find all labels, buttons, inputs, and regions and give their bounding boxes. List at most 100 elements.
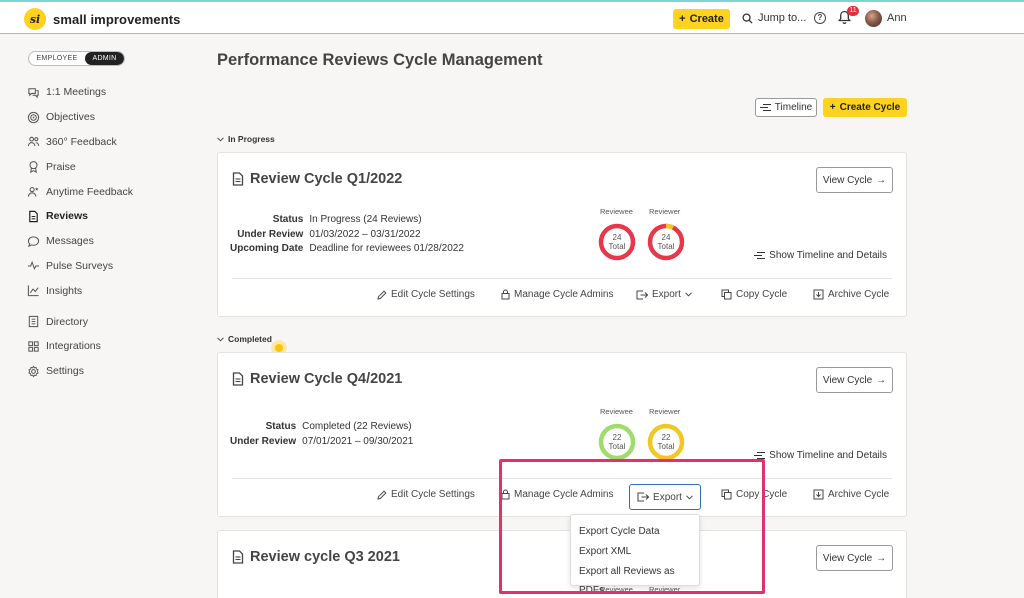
directory-icon xyxy=(28,315,39,328)
upcoming-date-value: Deadline for reviewees 01/28/2022 xyxy=(309,243,464,254)
sidebar-item-settings[interactable]: Settings xyxy=(27,359,197,384)
timeline-button[interactable]: Timeline xyxy=(755,98,817,117)
cycle-card-q4-2021: Review Cycle Q4/2021 View Cycle → Status… xyxy=(217,352,907,517)
sidebar-item-integrations[interactable]: Integrations xyxy=(27,334,197,359)
section-label: Completed xyxy=(228,334,272,344)
sidebar-item-label: 360° Feedback xyxy=(46,135,117,148)
copy-cycle-button[interactable]: Copy Cycle xyxy=(721,289,787,300)
section-label: In Progress xyxy=(228,134,275,144)
export-cycle-data-item[interactable]: Export Cycle Data xyxy=(571,522,699,542)
sidebar-item-label: 1:1 Meetings xyxy=(46,86,107,99)
archive-cycle-button[interactable]: Archive Cycle xyxy=(813,289,889,300)
sidebar-item-label: Messages xyxy=(46,235,94,248)
view-cycle-label: View Cycle xyxy=(822,174,873,186)
sidebar-item-directory[interactable]: Directory xyxy=(27,309,197,334)
edit-cycle-settings-button[interactable]: Edit Cycle Settings xyxy=(377,289,475,300)
view-cycle-button[interactable]: View Cycle → xyxy=(816,167,893,193)
arrow-right-icon: → xyxy=(876,374,887,386)
view-cycle-button[interactable]: View Cycle → xyxy=(816,545,893,571)
reviewer-label: Reviewer xyxy=(649,585,681,594)
reviewer-label: Reviewer xyxy=(649,207,681,216)
sidebar-item-label: Settings xyxy=(46,365,84,378)
user-name[interactable]: Ann xyxy=(887,12,907,24)
create-label: Create xyxy=(689,13,724,25)
reviewee-label: Reviewee xyxy=(600,407,633,416)
sidebar-nav: 1:1 Meetings Objectives 360° Feedback Pr… xyxy=(27,80,197,384)
under-review-value: 01/03/2022 – 03/31/2022 xyxy=(309,228,421,240)
sidebar-item-pulse-surveys[interactable]: Pulse Surveys xyxy=(27,254,197,279)
sidebar-item-meetings[interactable]: 1:1 Meetings xyxy=(27,80,197,105)
card-divider xyxy=(232,478,892,479)
sidebar-item-praise[interactable]: Praise xyxy=(27,154,197,179)
sidebar-item-label: Praise xyxy=(46,160,76,173)
create-button[interactable]: + Create xyxy=(673,9,730,29)
chevron-down-icon xyxy=(217,136,224,142)
manage-cycle-admins-button[interactable]: Manage Cycle Admins xyxy=(501,289,614,300)
cycle-title-text: Review Cycle Q4/2021 xyxy=(250,371,403,387)
archive-icon xyxy=(813,289,824,300)
show-timeline-link[interactable]: Show Timeline and Details xyxy=(754,450,887,461)
people-icon xyxy=(27,137,40,147)
lock-icon xyxy=(501,489,510,500)
document-icon xyxy=(232,550,244,564)
reviewee-total-label: Total xyxy=(608,442,626,451)
help-icon[interactable]: ? xyxy=(814,12,826,24)
sidebar-item-reviews[interactable]: Reviews xyxy=(27,204,197,229)
export-pdfs-item[interactable]: Export all Reviews as PDFs xyxy=(571,562,699,596)
reviewer-count: 24 Total xyxy=(647,233,685,251)
create-cycle-button[interactable]: + Create Cycle xyxy=(823,98,907,117)
archive-cycle-button[interactable]: Archive Cycle xyxy=(813,489,889,500)
edit-cycle-settings-button[interactable]: Edit Cycle Settings xyxy=(377,489,475,500)
export-button-open[interactable]: Export xyxy=(629,484,701,510)
cycle-card-q1-2022: Review Cycle Q1/2022 View Cycle → Status… xyxy=(217,152,907,317)
app-name: small improvements xyxy=(53,11,181,27)
reviewer-total-label: Total xyxy=(657,442,675,451)
reviewee-total-value: 22 xyxy=(612,433,622,442)
pulse-icon xyxy=(27,261,40,271)
archive-cycle-label: Archive Cycle xyxy=(828,489,890,500)
sidebar-item-anytime-feedback[interactable]: Anytime Feedback xyxy=(27,179,197,204)
copy-icon xyxy=(721,489,732,500)
section-toggle-completed[interactable]: Completed xyxy=(217,334,272,344)
role-toggle[interactable]: EMPLOYEE ADMIN xyxy=(28,51,125,66)
cycle-title[interactable]: Review cycle Q3 2021 xyxy=(232,549,400,565)
under-review-value: 07/01/2021 – 09/30/2021 xyxy=(302,435,414,447)
sidebar-item-objectives[interactable]: Objectives xyxy=(27,105,197,130)
jump-label: Jump to... xyxy=(758,12,807,24)
copy-cycle-button[interactable]: Copy Cycle xyxy=(721,489,787,500)
sidebar-item-360-feedback[interactable]: 360° Feedback xyxy=(27,130,197,155)
sidebar-item-label: Integrations xyxy=(46,340,101,353)
cycle-title[interactable]: Review Cycle Q1/2022 xyxy=(232,171,402,187)
page-title: Performance Reviews Cycle Management xyxy=(217,51,543,69)
section-toggle-in-progress[interactable]: In Progress xyxy=(217,134,275,144)
avatar[interactable] xyxy=(865,10,882,27)
copy-cycle-label: Copy Cycle xyxy=(736,289,788,300)
arrow-right-icon: → xyxy=(876,552,887,564)
reviewee-total-label: Total xyxy=(608,242,626,251)
sidebar-item-label: Anytime Feedback xyxy=(46,185,133,198)
app-logo[interactable]: si small improvements xyxy=(24,8,181,30)
view-cycle-button[interactable]: View Cycle → xyxy=(816,367,893,393)
sidebar-item-insights[interactable]: Insights xyxy=(27,278,197,303)
pencil-icon xyxy=(377,489,387,500)
show-timeline-label: Show Timeline and Details xyxy=(769,450,887,461)
chevron-down-icon xyxy=(685,292,692,297)
cycle-title[interactable]: Review Cycle Q4/2021 xyxy=(232,371,402,387)
sidebar-item-label: Directory xyxy=(46,315,89,328)
pencil-icon xyxy=(377,289,387,300)
chevron-down-icon xyxy=(217,336,224,342)
manage-cycle-admins-button[interactable]: Manage Cycle Admins xyxy=(501,489,614,500)
chart-icon xyxy=(27,285,39,297)
role-employee[interactable]: EMPLOYEE xyxy=(29,52,85,65)
export-xml-item[interactable]: Export XML xyxy=(571,542,699,562)
status-value: In Progress (24 Reviews) xyxy=(309,214,422,225)
show-timeline-link[interactable]: Show Timeline and Details xyxy=(754,250,887,261)
cycle-actions: Edit Cycle Settings Manage Cycle Admins … xyxy=(218,484,906,510)
status-key: Status xyxy=(272,214,304,225)
sidebar-item-messages[interactable]: Messages xyxy=(27,229,197,254)
export-button[interactable]: Export xyxy=(636,289,692,300)
role-admin[interactable]: ADMIN xyxy=(85,52,124,65)
reviewer-total-label: Total xyxy=(657,242,675,251)
jump-to-search[interactable]: Jump to... xyxy=(742,12,806,24)
reviewer-label: Reviewer xyxy=(649,407,681,416)
